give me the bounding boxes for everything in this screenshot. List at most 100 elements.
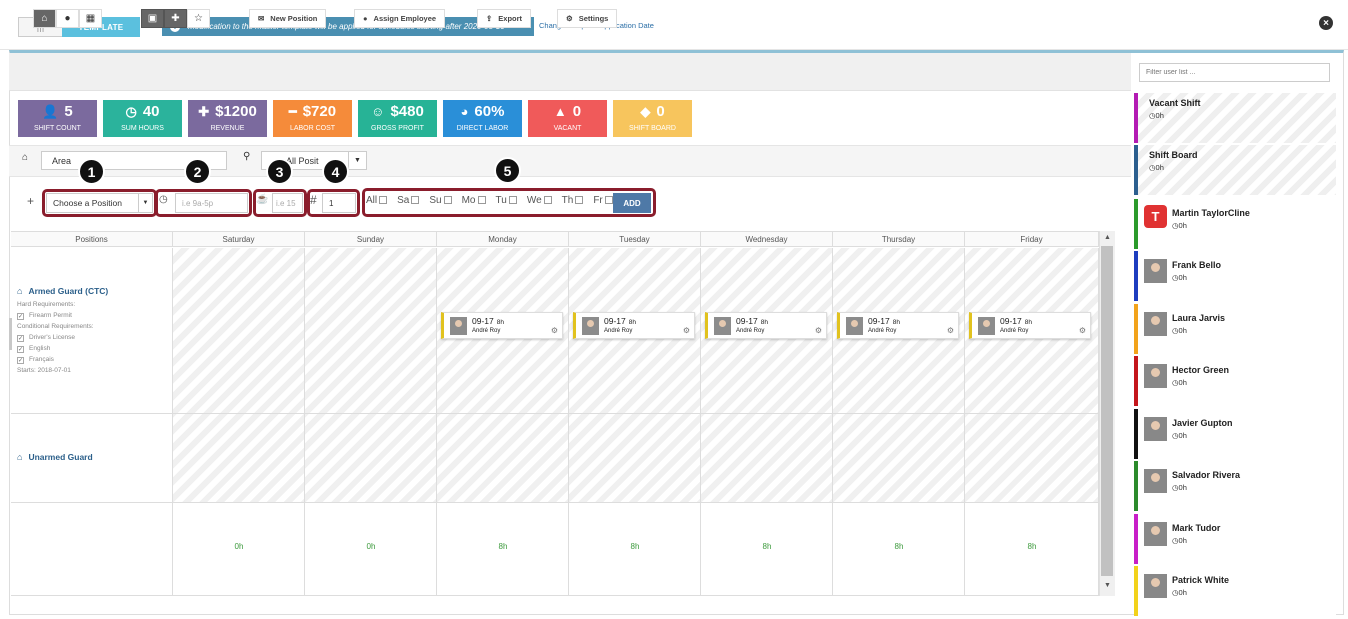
add-button[interactable]: ADD [613,193,651,213]
user-list-item[interactable]: Vacant Shift ◷0h [1134,93,1336,143]
vertical-scrollbar[interactable]: ▲ ▼ [1099,231,1115,596]
home-view-icon[interactable]: ⌂ [33,9,56,28]
user-list-item[interactable]: Laura Jarvis ◷0h [1134,304,1336,354]
new-position-label: New Position [270,14,318,23]
stat-label: SUM HOURS [121,125,164,132]
requirement-label: Firearm Permit [29,312,72,319]
gear-icon[interactable]: ⚙ [551,326,558,335]
day-option[interactable]: We [527,195,552,206]
day-column[interactable] [701,248,833,502]
requirement-item: ✓ Driver's License [17,332,94,343]
star-icon[interactable]: ☆ [187,9,210,28]
avatar [1144,522,1167,546]
break-input[interactable]: i.e 15 [272,193,303,213]
filter-user-input[interactable] [1139,63,1330,82]
user-list-item[interactable]: Shift Board ◷0h [1134,145,1336,195]
position-name[interactable]: Unarmed Guard [28,452,92,462]
stat-label: SHIFT BOARD [629,125,676,132]
check-icon: ✓ [17,357,24,364]
day-checkbox[interactable] [508,196,517,204]
user-name: Hector Green [1172,365,1230,375]
position-title[interactable]: ⌂ Armed Guard (CTC) [17,286,108,296]
day-checkbox[interactable] [443,196,452,204]
stat-value: 0 [656,103,665,120]
scroll-down-icon[interactable]: ▼ [1104,582,1111,589]
day-checkbox[interactable] [379,196,388,204]
user-hours: 0h [1155,111,1164,120]
user-list-item[interactable]: Frank Bello ◷0h [1134,251,1336,301]
requirement-item: ✓ English [17,343,94,354]
user-list-item[interactable]: T Martin TaylorCline ◷0h [1134,199,1336,249]
user-list-item[interactable]: Javier Gupton ◷0h [1134,409,1336,459]
shift-hours: 8h [892,319,900,326]
day-column[interactable] [965,248,1099,502]
day-option[interactable]: Su [429,195,452,206]
shift-card[interactable]: 09-17 8h André Roy ⚙ [705,312,827,339]
user-list-item[interactable]: Patrick White ◷0h [1134,566,1336,616]
shift-time: 09-17 [1000,316,1022,326]
day-label: Th [561,195,574,206]
day-checkbox[interactable] [477,196,486,204]
gear-icon[interactable]: ⚙ [815,326,822,335]
shift-card[interactable]: 09-17 8h André Roy ⚙ [969,312,1091,339]
day-option[interactable]: Th [562,195,584,206]
user-list-item[interactable]: Hector Green ◷0h [1134,356,1336,406]
stat-value: 5 [64,103,73,120]
user-icon: ● [363,14,368,23]
day-option[interactable]: Tu [496,195,517,206]
export-button[interactable]: ⇪ Export [477,9,532,28]
calendar-view-icon[interactable]: ▦ [79,9,102,28]
day-checkbox[interactable] [575,196,584,204]
shift-employee: André Roy [736,328,765,334]
position-title[interactable]: ⌂ Unarmed Guard [17,452,93,462]
shift-card[interactable]: 09-17 8h André Roy ⚙ [441,312,563,339]
smile-icon: ☺ [371,104,385,119]
user-list-item[interactable]: Salvador Rivera ◷0h [1134,461,1336,511]
close-icon[interactable]: × [1319,16,1333,30]
choose-position-select[interactable]: Choose a Position ▼ [46,193,153,213]
day-option[interactable]: All [366,195,388,206]
clock-icon: ◷ [159,194,168,205]
stat-label: REVENUE [210,125,245,132]
plus-icon[interactable]: ✚ [164,9,187,28]
new-position-button[interactable]: ✉ New Position [249,9,327,28]
user-list-item[interactable]: Mark Tudor ◷0h [1134,514,1336,564]
position-name[interactable]: Armed Guard (CTC) [28,286,108,296]
gear-icon: ⚙ [566,14,573,23]
tag-icon: ◆ [640,104,651,119]
day-total: 8h [498,542,508,551]
settings-button[interactable]: ⚙ Settings [557,9,618,28]
day-checkbox[interactable] [604,196,613,204]
gear-icon[interactable]: ⚙ [1079,326,1086,335]
day-column[interactable] [173,248,305,502]
stat-tiles: 👤 5 SHIFT COUNT ◷ 40 SUM HOURS ✚ $1200 REVENUE ━ $… [18,100,692,137]
shift-time: 09-17 [868,316,890,326]
day-option[interactable]: Fr [593,195,613,206]
assign-employee-button[interactable]: ● Assign Employee [354,9,446,28]
day-checkbox[interactable] [411,196,420,204]
shift-card[interactable]: 09-17 8h André Roy ⚙ [837,312,959,339]
chevron-down-icon[interactable]: ▼ [138,194,152,212]
chevron-down-icon[interactable]: ▼ [348,152,366,169]
image-icon[interactable]: ▣ [141,9,164,28]
day-column[interactable] [437,248,569,502]
day-column[interactable] [833,248,965,502]
day-column[interactable] [305,248,437,502]
gear-icon[interactable]: ⚙ [947,326,954,335]
time-input[interactable]: i.e 9a-5p [175,193,248,213]
shift-card[interactable]: 09-17 8h André Roy ⚙ [573,312,695,339]
day-option[interactable]: Mo [462,195,486,206]
stat-label: LABOR COST [289,125,336,132]
day-option[interactable]: Sa [397,195,420,206]
day-column[interactable] [569,248,701,502]
count-input[interactable]: 1 [322,193,356,213]
left-edge-handle[interactable] [9,318,12,350]
user-name: Javier Gupton [1172,418,1233,428]
gear-icon[interactable]: ⚙ [683,326,690,335]
user-view-icon[interactable]: ● [56,9,79,28]
day-total: 8h [762,542,772,551]
scroll-thumb[interactable] [1101,246,1113,576]
scroll-up-icon[interactable]: ▲ [1104,234,1111,241]
day-checkbox[interactable] [543,196,552,204]
user-hours: 0h [1178,378,1187,387]
